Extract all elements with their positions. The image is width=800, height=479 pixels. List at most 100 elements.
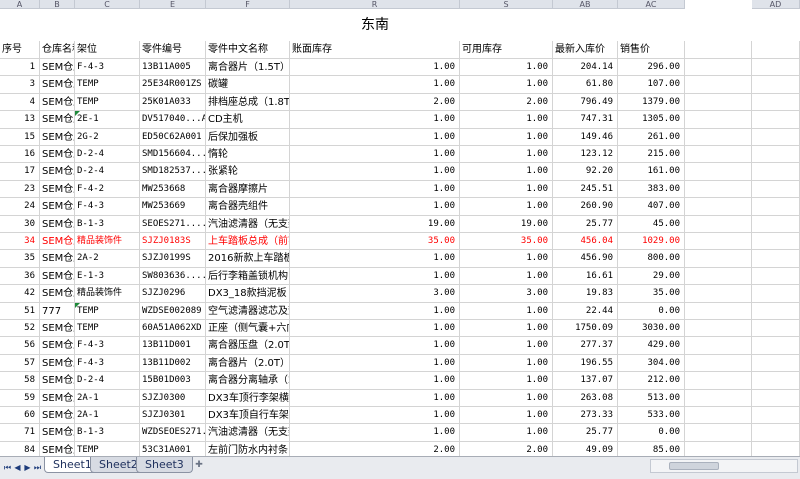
cell-name[interactable]: 惰轮 — [206, 146, 290, 164]
cell-avail[interactable]: 1.00 — [460, 59, 553, 77]
cell-avail[interactable]: 1.00 — [460, 354, 553, 373]
cell-avail[interactable]: 2.00 — [460, 441, 553, 456]
empty-cell[interactable] — [685, 441, 752, 456]
cell-book[interactable]: 1.00 — [290, 163, 460, 181]
cell-wh[interactable]: SEM仓库 — [40, 407, 75, 425]
empty-cell[interactable] — [685, 128, 752, 146]
header-cell[interactable]: 销售价 — [618, 41, 685, 59]
cell-name[interactable]: 离合器摩擦片 — [206, 180, 290, 199]
scrollbar-thumb[interactable] — [669, 462, 719, 470]
cell-part[interactable]: SJZJ0183S — [140, 233, 206, 251]
column-header-C[interactable]: C — [75, 0, 140, 9]
cell-avail[interactable]: 1.00 — [460, 250, 553, 268]
cell-sale[interactable]: 1029.00 — [618, 233, 685, 251]
cell-sale[interactable]: 1305.00 — [618, 111, 685, 129]
column-header-E[interactable]: E — [140, 0, 206, 9]
cell-book[interactable]: 19.00 — [290, 215, 460, 233]
column-header-A[interactable]: A — [0, 0, 40, 9]
cell-part[interactable]: SJZJ0296 — [140, 285, 206, 303]
cell-no[interactable]: 23 — [0, 180, 40, 199]
cell-no[interactable]: 1 — [0, 59, 40, 77]
cell-inprice[interactable]: 25.77 — [553, 424, 618, 442]
cell-book[interactable]: 2.00 — [290, 93, 460, 112]
cell-wh[interactable]: SEM仓库 — [40, 233, 75, 251]
cell-part[interactable]: 25E34R001ZS — [140, 76, 206, 94]
cell-inprice[interactable]: 1750.09 — [553, 320, 618, 338]
cell-wh[interactable]: SEM仓库 — [40, 111, 75, 129]
tab-sheet3[interactable]: Sheet3 — [136, 457, 193, 473]
cell-loc[interactable]: F-4-3 — [75, 59, 140, 77]
cell-name[interactable]: 张紧轮 — [206, 163, 290, 181]
empty-cell[interactable] — [685, 250, 752, 268]
cell-name[interactable]: 离合器片（2.0T） — [206, 354, 290, 373]
header-cell[interactable]: 仓库名称 — [40, 41, 75, 59]
cell-name[interactable]: 离合器壳组件 — [206, 198, 290, 216]
cell-book[interactable]: 1.00 — [290, 337, 460, 355]
cell-name[interactable]: DX3_18款挡泥板 — [206, 285, 290, 303]
header-cell[interactable]: 零件编号 — [140, 41, 206, 59]
cell-inprice[interactable]: 273.33 — [553, 407, 618, 425]
empty-cell[interactable] — [752, 302, 800, 320]
cell-name[interactable]: 后保加强板 — [206, 128, 290, 146]
cell-loc[interactable]: 2A-1 — [75, 389, 140, 407]
first-sheet-icon[interactable]: ⏮ — [3, 462, 12, 473]
cell-sale[interactable]: 800.00 — [618, 250, 685, 268]
empty-cell[interactable] — [685, 337, 752, 355]
cell-loc[interactable]: 2E-1 — [75, 111, 140, 129]
empty-cell[interactable] — [752, 59, 800, 77]
header-cell[interactable]: 可用库存 — [460, 41, 553, 59]
cell-book[interactable]: 1.00 — [290, 372, 460, 390]
cell-wh[interactable]: 777 — [40, 302, 75, 320]
header-cell[interactable]: 账面库存 — [290, 41, 460, 59]
cell-loc[interactable]: 2G-2 — [75, 128, 140, 146]
empty-cell[interactable] — [685, 285, 752, 303]
cell-inprice[interactable]: 19.83 — [553, 285, 618, 303]
cell-loc[interactable]: F-4-3 — [75, 198, 140, 216]
cell-inprice[interactable]: 456.90 — [553, 250, 618, 268]
cell-no[interactable]: 58 — [0, 372, 40, 390]
column-header-R[interactable]: R — [290, 0, 460, 9]
cell-sale[interactable]: 304.00 — [618, 354, 685, 373]
cell-wh[interactable]: SEM仓库 — [40, 76, 75, 94]
cell-no[interactable]: 30 — [0, 215, 40, 233]
cell-inprice[interactable]: 49.09 — [553, 441, 618, 456]
empty-cell[interactable] — [752, 372, 800, 390]
cell-name[interactable]: 空气滤清器滤芯及垫圈 — [206, 302, 290, 320]
cell-part[interactable]: SMD182537....1 — [140, 163, 206, 181]
cell-no[interactable]: 52 — [0, 320, 40, 338]
cell-name[interactable]: DX3车顶自行车架 — [206, 407, 290, 425]
empty-cell[interactable] — [685, 180, 752, 199]
empty-cell[interactable] — [685, 215, 752, 233]
empty-cell[interactable] — [752, 41, 800, 59]
cell-avail[interactable]: 1.00 — [460, 372, 553, 390]
cell-loc[interactable]: F-4-3 — [75, 337, 140, 355]
cell-inprice[interactable]: 61.80 — [553, 76, 618, 94]
cell-part[interactable]: ED50C62A001 — [140, 128, 206, 146]
cell-avail[interactable]: 1.00 — [460, 128, 553, 146]
empty-cell[interactable] — [685, 267, 752, 286]
cell-no[interactable]: 17 — [0, 163, 40, 181]
cell-loc[interactable]: F-4-3 — [75, 354, 140, 373]
cell-part[interactable]: SW803636....A8 — [140, 267, 206, 286]
cell-book[interactable]: 1.00 — [290, 302, 460, 320]
cell-book[interactable]: 1.00 — [290, 389, 460, 407]
empty-cell[interactable] — [752, 389, 800, 407]
header-cell[interactable]: 序号 — [0, 41, 40, 59]
cell-inprice[interactable]: 260.90 — [553, 198, 618, 216]
cell-inprice[interactable]: 245.51 — [553, 180, 618, 199]
cell-wh[interactable]: SEM仓库 — [40, 250, 75, 268]
column-header-S[interactable]: S — [460, 0, 553, 9]
cell-book[interactable]: 1.00 — [290, 128, 460, 146]
cell-loc[interactable]: TEMP — [75, 76, 140, 94]
cell-inprice[interactable]: 796.49 — [553, 93, 618, 112]
cell-name[interactable]: 正座（侧气囊+六向）(PVC皮探) — [206, 320, 290, 338]
cell-book[interactable]: 3.00 — [290, 285, 460, 303]
prev-sheet-icon[interactable]: ◀ — [13, 462, 22, 473]
cell-part[interactable]: DV517040...A3 — [140, 111, 206, 129]
cell-sale[interactable]: 85.00 — [618, 441, 685, 456]
cell-wh[interactable]: SEM仓库 — [40, 441, 75, 456]
cell-sale[interactable]: 107.00 — [618, 76, 685, 94]
column-header-AB[interactable]: AB — [553, 0, 618, 9]
cell-inprice[interactable]: 747.31 — [553, 111, 618, 129]
empty-cell[interactable] — [752, 441, 800, 456]
